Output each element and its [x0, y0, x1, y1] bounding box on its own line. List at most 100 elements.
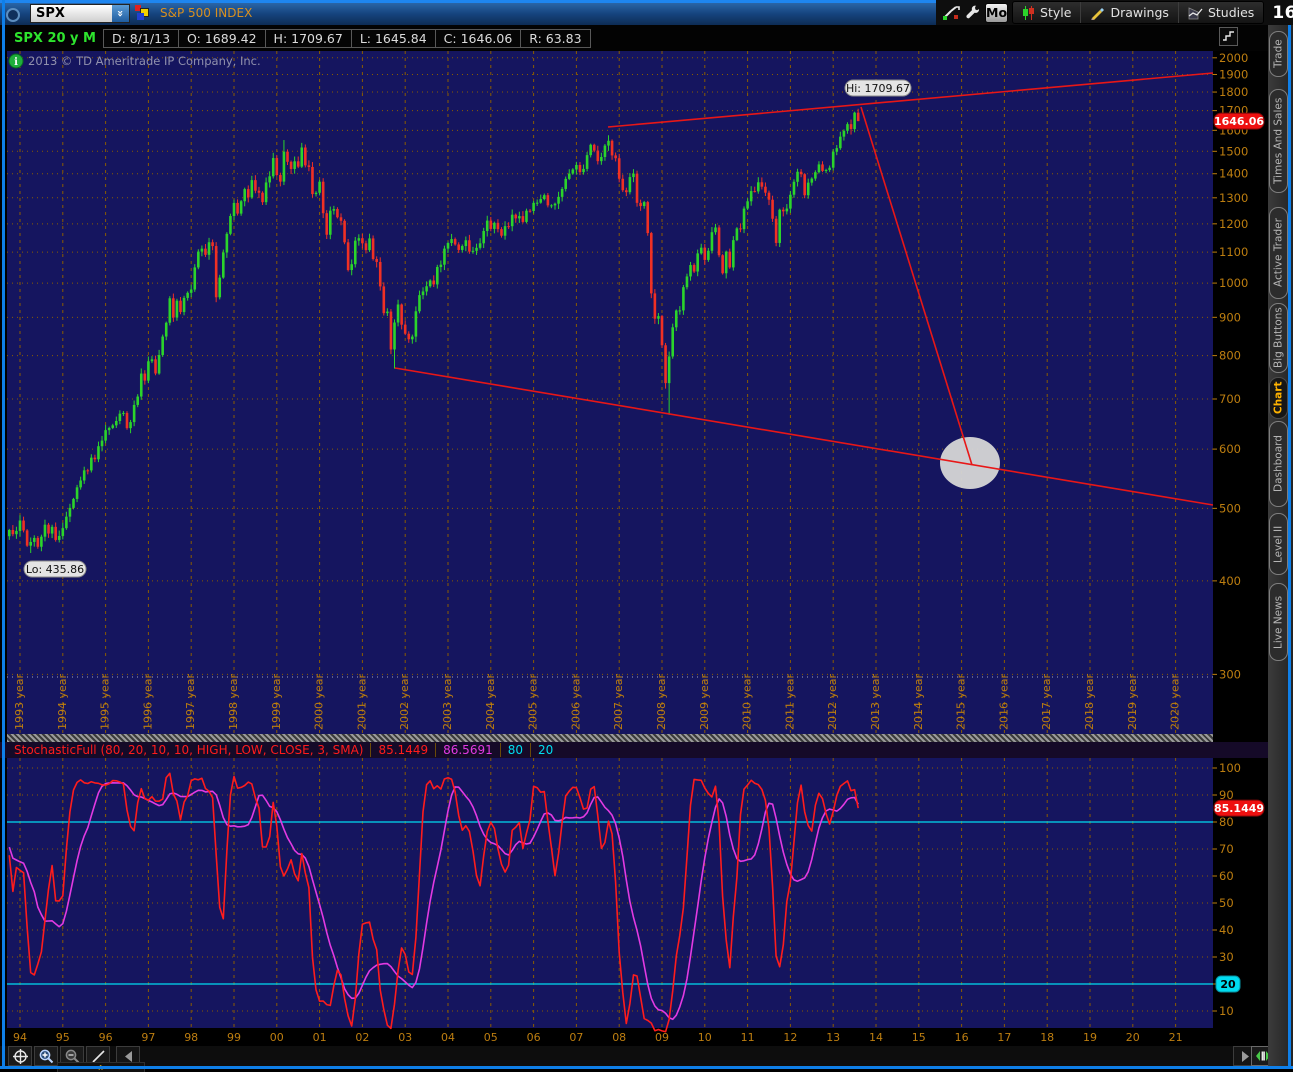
- price-axis-label: 700: [1219, 392, 1241, 406]
- stoch-axis-label: 70: [1219, 842, 1234, 856]
- year-axis-label: 2020 year: [1169, 673, 1182, 730]
- last-price: 1646.06: [1272, 2, 1293, 23]
- ohlc-cell: D: 8/1/13: [103, 28, 180, 48]
- ohlc-cell: O: 1689.42: [178, 28, 266, 48]
- stoch-x-label: 13: [826, 1031, 840, 1044]
- stoch-axis-label: 100: [1219, 761, 1241, 775]
- stoch-x-label: 99: [227, 1031, 241, 1044]
- price-axis-label: 900: [1219, 310, 1241, 324]
- style-link-squares-icon[interactable]: [135, 5, 153, 21]
- year-axis-label: 2004 year: [484, 673, 497, 730]
- stoch-x-label: 06: [527, 1031, 541, 1044]
- year-axis-label: 2013 year: [869, 673, 882, 730]
- sidebar-tab-trade[interactable]: Trade: [1269, 31, 1288, 77]
- study-chart-icon: [1188, 6, 1203, 19]
- year-axis-label: 2006 year: [569, 673, 582, 730]
- stoch-x-label: 12: [783, 1031, 797, 1044]
- price-axis-label: 2000: [1219, 51, 1248, 65]
- price-chart[interactable]: 1993 year 1994 year 1995 year 1996 year 1997…: [0, 51, 1268, 734]
- drawing-ellipse: [940, 437, 1000, 489]
- stoch-x-label: 20: [1126, 1031, 1140, 1044]
- chart-mode-icon[interactable]: [942, 3, 960, 23]
- candlestick-icon: [1023, 5, 1035, 20]
- stochastic-fulld-value: 86.5691: [443, 743, 493, 757]
- stoch-x-label: 08: [612, 1031, 626, 1044]
- stoch-x-label: 03: [398, 1031, 412, 1044]
- drawings-button[interactable]: Drawings: [1080, 2, 1178, 23]
- top-toolbar: SPX » S&P 500 INDEX Mo Style Drawings St…: [0, 0, 1293, 25]
- ohlc-cell: L: 1645.84: [350, 28, 436, 48]
- zoom-in-button[interactable]: [34, 1046, 58, 1066]
- stoch-x-label: 05: [484, 1031, 498, 1044]
- chart-toolbar-right: Mo Style Drawings Studies 16: [936, 0, 1293, 25]
- year-axis-label: 2018 year: [1083, 673, 1096, 730]
- symbol-input[interactable]: SPX »: [30, 4, 130, 23]
- axis-settings-icon[interactable]: [1219, 27, 1238, 46]
- stoch-x-label: 21: [1169, 1031, 1183, 1044]
- stochastic-overbought-value: 80: [507, 743, 523, 757]
- sidebar-tab-big-buttons[interactable]: Big Buttons: [1269, 303, 1288, 373]
- symbol-period-label: SPX 20 y M: [14, 30, 96, 46]
- bottom-toolbar: [0, 1046, 1275, 1066]
- stoch-x-label: 17: [997, 1031, 1011, 1044]
- link-color-dot-icon[interactable]: [6, 8, 20, 22]
- year-axis-label: 1996 year: [141, 673, 154, 730]
- stoch-x-label: 19: [1083, 1031, 1097, 1044]
- sidebar-tab-times-and-sales[interactable]: Times And Sales: [1269, 89, 1288, 193]
- crosshair-tool-button[interactable]: [8, 1046, 32, 1066]
- price-axis-label: 1800: [1219, 85, 1248, 99]
- timeframe-button[interactable]: Mo: [985, 2, 1009, 23]
- price-axis-label: 600: [1219, 442, 1241, 456]
- price-axis-label: 1300: [1219, 191, 1248, 205]
- stoch-x-label: 11: [741, 1031, 755, 1044]
- price-axis-label: 1200: [1219, 217, 1248, 231]
- price-axis-label: 1500: [1219, 144, 1248, 158]
- symbol-description: S&P 500 INDEX: [160, 6, 253, 20]
- year-axis-label: 2005 year: [527, 673, 540, 730]
- sidebar-tab-live-news[interactable]: Live News: [1269, 583, 1288, 661]
- frame-border-right: [1288, 25, 1291, 1069]
- pencil-icon: [1091, 7, 1105, 20]
- year-axis-label: 2017 year: [1040, 673, 1053, 730]
- price-axis-label: 300: [1219, 667, 1241, 681]
- year-axis-label: 2000 year: [313, 673, 326, 730]
- year-axis-label: 2001 year: [355, 673, 368, 730]
- stochastic-panel[interactable]: 94 95 96 97 98 99 00 01 02 03 04 05 06 07 08 09 10 11 12 13…: [0, 758, 1268, 1046]
- ohlc-cell: H: 1709.67: [264, 28, 352, 48]
- svg-text:85.1449: 85.1449: [1214, 802, 1264, 815]
- stoch-axis-label: 30: [1219, 950, 1234, 964]
- price-axis-label: 500: [1219, 501, 1241, 515]
- sidebar-tab-active-trader[interactable]: Active Trader: [1269, 207, 1288, 299]
- crosshair-icon: [12, 1048, 28, 1064]
- stoch-x-label: 04: [441, 1031, 455, 1044]
- stoch-axis-label: 50: [1219, 896, 1234, 910]
- double-chevron-down-icon: »: [113, 9, 127, 18]
- stoch-x-label: 02: [355, 1031, 369, 1044]
- stoch-axis-label: 80: [1219, 815, 1234, 829]
- svg-text:1646.06: 1646.06: [1214, 115, 1264, 128]
- year-axis-label: 1995 year: [99, 673, 112, 730]
- sidebar-tab-dashboard[interactable]: Dashboard: [1269, 421, 1288, 507]
- studies-button[interactable]: Studies: [1177, 2, 1263, 23]
- price-axis-label: 800: [1219, 349, 1241, 363]
- panel-separator-handle[interactable]: [7, 734, 1213, 742]
- year-axis-label: 2012 year: [826, 673, 839, 730]
- stoch-x-label: 09: [655, 1031, 669, 1044]
- symbol-dropdown-button[interactable]: »: [112, 5, 129, 22]
- left-triangle-icon: [124, 1050, 132, 1062]
- stochastic-title: StochasticFull (80, 20, 10, 10, HIGH, LO…: [14, 743, 364, 757]
- stochastic-header[interactable]: StochasticFull (80, 20, 10, 10, HIGH, LO…: [0, 742, 1268, 758]
- stoch-axis-label: 40: [1219, 923, 1234, 937]
- sidebar-tab-chart[interactable]: Chart: [1269, 377, 1288, 419]
- ohlc-readout-bar: SPX 20 y M D: 8/1/13 O: 1689.42 H: 1709.67…: [0, 25, 1268, 51]
- year-axis-label: 1999 year: [270, 673, 283, 730]
- style-button[interactable]: Style: [1013, 2, 1080, 23]
- year-axis-label: 1993 year: [13, 673, 26, 730]
- year-axis-label: 2014 year: [912, 673, 925, 730]
- settings-wrench-icon[interactable]: [964, 3, 981, 23]
- copyright-text: 2013 © TD Ameritrade IP Company, Inc.: [28, 54, 261, 68]
- sidebar-tab-level-ii[interactable]: Level II: [1269, 513, 1288, 575]
- svg-text:i: i: [14, 57, 18, 68]
- year-axis-label: 2009 year: [698, 673, 711, 730]
- panel-separator-right: [1213, 734, 1268, 742]
